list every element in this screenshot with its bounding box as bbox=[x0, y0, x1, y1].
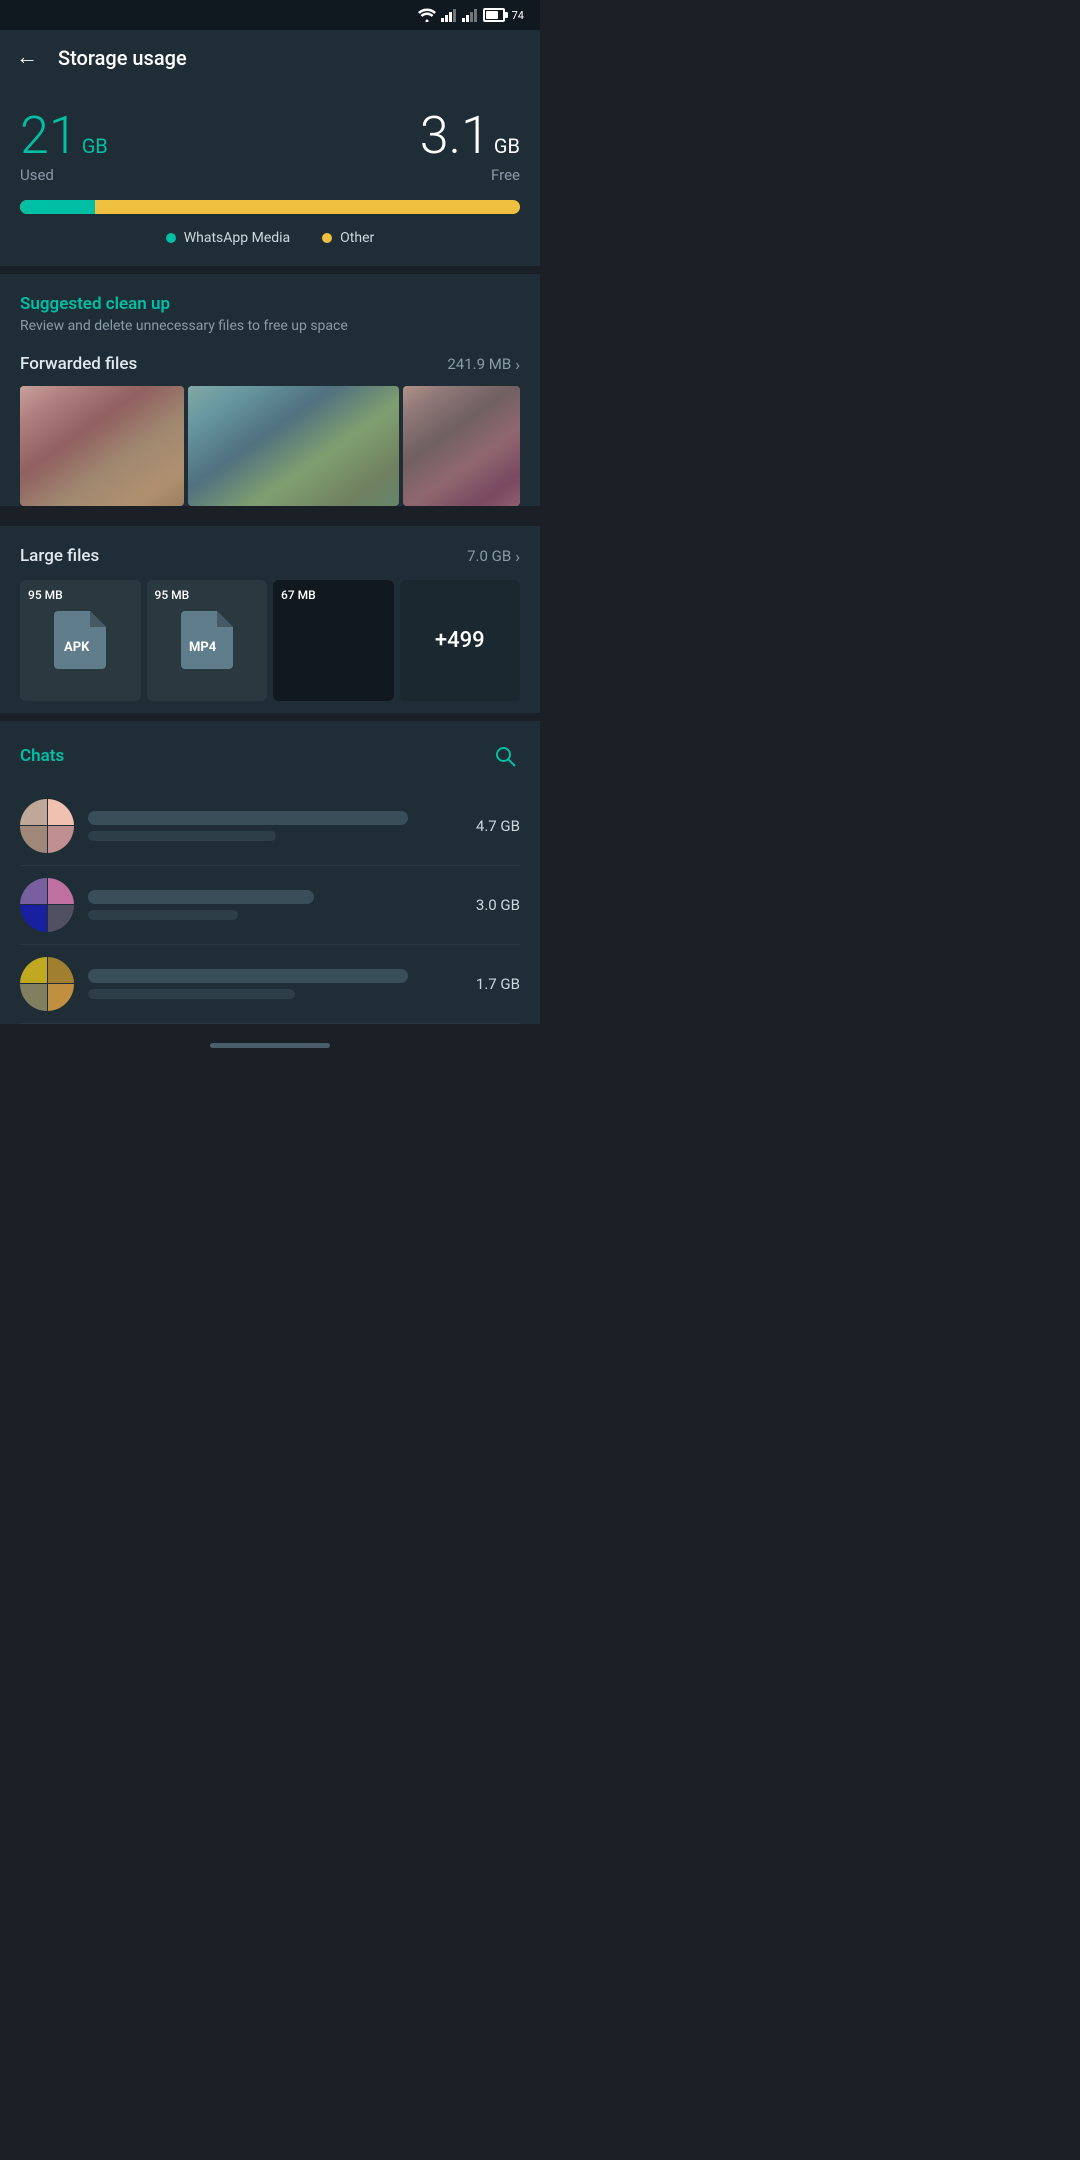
chats-title: Chats bbox=[20, 746, 64, 766]
wifi-icon bbox=[418, 8, 436, 22]
storage-legend: WhatsApp Media Other bbox=[20, 230, 520, 246]
chat-item-3[interactable]: 1.7 GB bbox=[20, 945, 520, 1024]
forwarded-thumbnails[interactable] bbox=[20, 386, 520, 506]
storage-used-block: 21 GB Used bbox=[20, 110, 108, 184]
large-files-size: 7.0 GB › bbox=[467, 547, 520, 566]
storage-numbers: 21 GB Used 3.1 GB Free bbox=[20, 110, 520, 184]
legend-other: Other bbox=[322, 230, 374, 246]
file-size-2: 95 MB bbox=[155, 588, 190, 602]
thumb-2[interactable] bbox=[188, 386, 399, 506]
battery-level: 74 bbox=[512, 9, 524, 22]
file-size-1: 95 MB bbox=[28, 588, 63, 602]
chat-info-3 bbox=[88, 969, 464, 999]
legend-other-label: Other bbox=[340, 230, 374, 246]
forwarded-chevron: › bbox=[515, 355, 520, 374]
forwarded-files-header[interactable]: Forwarded files 241.9 MB › bbox=[20, 354, 520, 374]
chat-sub-bar-3 bbox=[88, 989, 295, 999]
chats-section: Chats 4.7 GB bbox=[0, 721, 540, 1024]
chat-name-bar-3 bbox=[88, 969, 408, 983]
apk-file-icon: APK bbox=[54, 611, 106, 669]
top-nav: ← Storage usage bbox=[0, 30, 540, 86]
legend-whatsapp: WhatsApp Media bbox=[166, 230, 290, 246]
battery-icon bbox=[483, 8, 505, 22]
chat-size-3: 1.7 GB bbox=[476, 975, 520, 993]
legend-whatsapp-label: WhatsApp Media bbox=[184, 230, 290, 246]
chat-sub-bar-1 bbox=[88, 831, 276, 841]
legend-dot-teal bbox=[166, 233, 176, 243]
chat-name-bar-1 bbox=[88, 811, 408, 825]
page-title: Storage usage bbox=[58, 46, 187, 70]
large-files-header[interactable]: Large files 7.0 GB › bbox=[20, 546, 520, 566]
forwarded-files-label: Forwarded files bbox=[20, 354, 137, 374]
chat-avatar-1 bbox=[20, 799, 74, 853]
storage-overview: 21 GB Used 3.1 GB Free WhatsApp Media Ot… bbox=[0, 86, 540, 266]
chat-size-1: 4.7 GB bbox=[476, 817, 520, 835]
back-button[interactable]: ← bbox=[16, 47, 38, 69]
free-number: 3.1 bbox=[420, 110, 490, 162]
chats-header: Chats bbox=[20, 741, 520, 771]
storage-free-block: 3.1 GB Free bbox=[420, 110, 520, 184]
status-bar: 74 bbox=[0, 0, 540, 30]
file-thumb-mp4[interactable]: 95 MB MP4 bbox=[147, 580, 268, 701]
signal-icon bbox=[441, 8, 457, 22]
chat-avatar-3 bbox=[20, 957, 74, 1011]
used-label: Used bbox=[20, 166, 108, 184]
free-label: Free bbox=[491, 166, 520, 184]
mp4-file-icon: MP4 bbox=[181, 611, 233, 669]
large-files-section: Large files 7.0 GB › 95 MB APK 95 MB MP4 bbox=[0, 526, 540, 713]
search-icon bbox=[493, 744, 517, 768]
used-unit: GB bbox=[82, 134, 108, 158]
chat-info-2 bbox=[88, 890, 464, 920]
large-files-label: Large files bbox=[20, 546, 99, 566]
home-indicator bbox=[0, 1032, 540, 1060]
file-thumb-apk[interactable]: 95 MB APK bbox=[20, 580, 141, 701]
chat-item-2[interactable]: 3.0 GB bbox=[20, 866, 520, 945]
cleanup-subtitle: Review and delete unnecessary files to f… bbox=[20, 318, 520, 334]
chat-size-2: 3.0 GB bbox=[476, 896, 520, 914]
forwarded-files-size: 241.9 MB › bbox=[447, 355, 520, 374]
file-thumb-3[interactable]: 67 MB bbox=[273, 580, 394, 701]
cleanup-title: Suggested clean up bbox=[20, 294, 520, 314]
svg-text:MP4: MP4 bbox=[189, 640, 217, 655]
cleanup-section: Suggested clean up Review and delete unn… bbox=[0, 274, 540, 506]
chat-sub-bar-2 bbox=[88, 910, 238, 920]
chat-item-1[interactable]: 4.7 GB bbox=[20, 787, 520, 866]
chat-info-1 bbox=[88, 811, 464, 841]
more-count: +499 bbox=[435, 628, 485, 653]
free-unit: GB bbox=[494, 134, 520, 158]
file-size-3: 67 MB bbox=[281, 588, 316, 602]
used-progress bbox=[20, 200, 95, 214]
status-icons: 74 bbox=[418, 8, 524, 22]
chats-search-button[interactable] bbox=[490, 741, 520, 771]
storage-progress-bar bbox=[20, 200, 520, 214]
legend-dot-yellow bbox=[322, 233, 332, 243]
large-files-chevron: › bbox=[515, 547, 520, 566]
signal2-icon bbox=[462, 8, 478, 22]
used-number: 21 bbox=[20, 110, 78, 162]
thumb-3[interactable] bbox=[403, 386, 520, 506]
chat-avatar-2 bbox=[20, 878, 74, 932]
thumb-1[interactable] bbox=[20, 386, 184, 506]
chat-name-bar-2 bbox=[88, 890, 314, 904]
large-files-grid: 95 MB APK 95 MB MP4 67 MB +499 bbox=[20, 580, 520, 701]
svg-text:APK: APK bbox=[64, 640, 90, 655]
file-thumb-more[interactable]: +499 bbox=[400, 580, 521, 701]
home-bar bbox=[210, 1043, 330, 1048]
